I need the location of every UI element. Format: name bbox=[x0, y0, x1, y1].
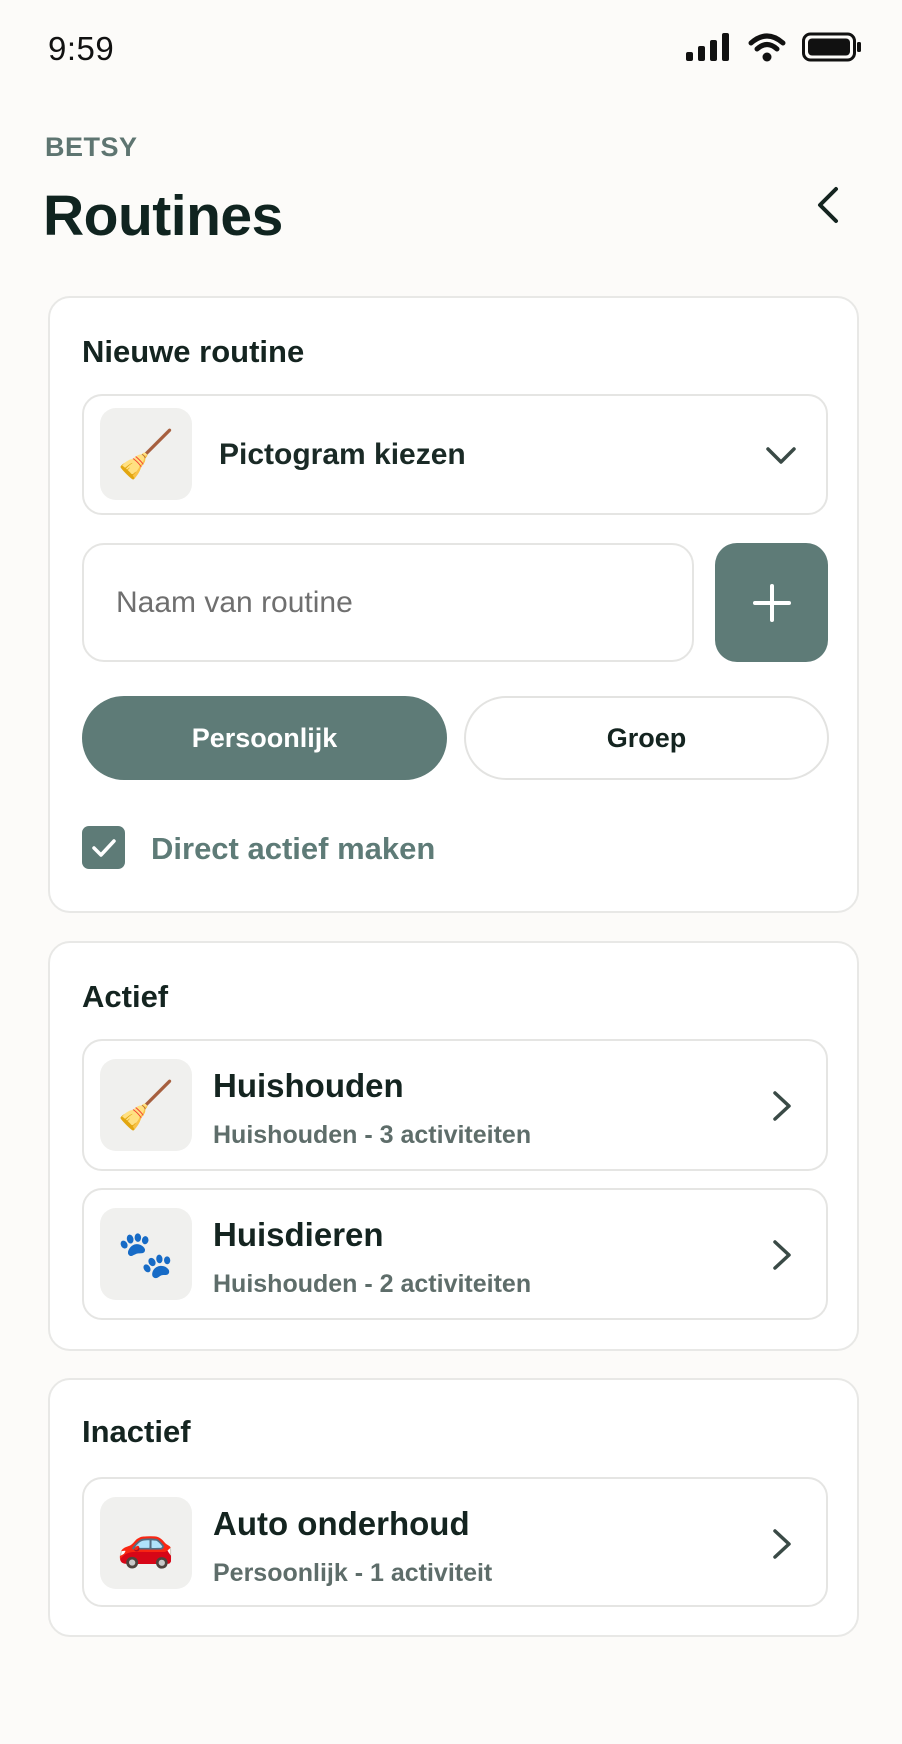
status-icons bbox=[686, 32, 862, 62]
broom-icon: 🧹 bbox=[117, 1078, 175, 1132]
inactive-routines-card: Inactief 🚗 Auto onderhoud Persoonlijk - … bbox=[48, 1378, 859, 1637]
chevron-right-icon bbox=[773, 1091, 791, 1121]
routine-icon-tile: 🐾 bbox=[100, 1208, 192, 1300]
routine-name: Huishouden bbox=[213, 1067, 404, 1104]
icon-picker-preview: 🧹 bbox=[100, 408, 192, 500]
signal-icon bbox=[686, 33, 729, 61]
routine-row-huishouden[interactable]: 🧹 Huishouden Huishouden - 3 activiteiten bbox=[82, 1039, 828, 1171]
routine-icon-tile: 🧹 bbox=[100, 1059, 192, 1151]
paw-prints-icon: 🐾 bbox=[117, 1227, 175, 1281]
status-bar: 9:59 bbox=[0, 0, 902, 100]
routine-meta: Huishouden - 2 activiteiten bbox=[213, 1270, 532, 1298]
routine-row-auto-onderhoud[interactable]: 🚗 Auto onderhoud Persoonlijk - 1 activit… bbox=[82, 1477, 828, 1607]
battery-icon bbox=[802, 32, 861, 62]
icon-picker-dropdown[interactable]: 🧹 Pictogram kiezen bbox=[82, 394, 828, 515]
routine-row-huisdieren[interactable]: 🐾 Huisdieren Huishouden - 2 activiteiten bbox=[82, 1188, 828, 1320]
activate-now-label[interactable]: Direct actief maken bbox=[151, 831, 435, 867]
add-routine-button[interactable] bbox=[715, 543, 828, 662]
active-section-title: Actief bbox=[82, 979, 169, 1014]
routine-meta: Huishouden - 3 activiteiten bbox=[213, 1121, 532, 1149]
routine-name: Huisdieren bbox=[213, 1216, 384, 1253]
icon-picker-label: Pictogram kiezen bbox=[219, 438, 466, 471]
new-routine-title: Nieuwe routine bbox=[82, 334, 305, 369]
routine-meta: Persoonlijk - 1 activiteit bbox=[213, 1559, 493, 1587]
activate-now-checkbox[interactable] bbox=[82, 826, 125, 869]
type-personal-button[interactable]: Persoonlijk bbox=[82, 696, 447, 780]
page-title: Routines bbox=[43, 184, 283, 248]
inactive-section-title: Inactief bbox=[82, 1414, 191, 1449]
routine-name: Auto onderhoud bbox=[213, 1505, 470, 1542]
car-icon: 🚗 bbox=[117, 1516, 175, 1570]
chevron-right-icon bbox=[773, 1240, 791, 1270]
status-time: 9:59 bbox=[48, 30, 115, 67]
chevron-right-icon bbox=[773, 1529, 791, 1559]
type-group-button[interactable]: Groep bbox=[464, 696, 829, 780]
chevron-down-icon bbox=[766, 447, 796, 464]
routine-name-input[interactable] bbox=[82, 543, 694, 662]
active-routines-card: Actief 🧹 Huishouden Huishouden - 3 activ… bbox=[48, 941, 859, 1351]
chevron-left-icon bbox=[818, 187, 838, 223]
new-routine-card: Nieuwe routine 🧹 Pictogram kiezen Persoo… bbox=[48, 296, 859, 913]
routine-icon-tile: 🚗 bbox=[100, 1497, 192, 1589]
checkmark-icon bbox=[91, 838, 116, 857]
plus-icon bbox=[752, 583, 791, 622]
broom-icon: 🧹 bbox=[117, 427, 175, 481]
owner-label: BETSY bbox=[45, 132, 138, 162]
wifi-icon bbox=[748, 33, 786, 62]
back-button[interactable] bbox=[806, 180, 850, 230]
